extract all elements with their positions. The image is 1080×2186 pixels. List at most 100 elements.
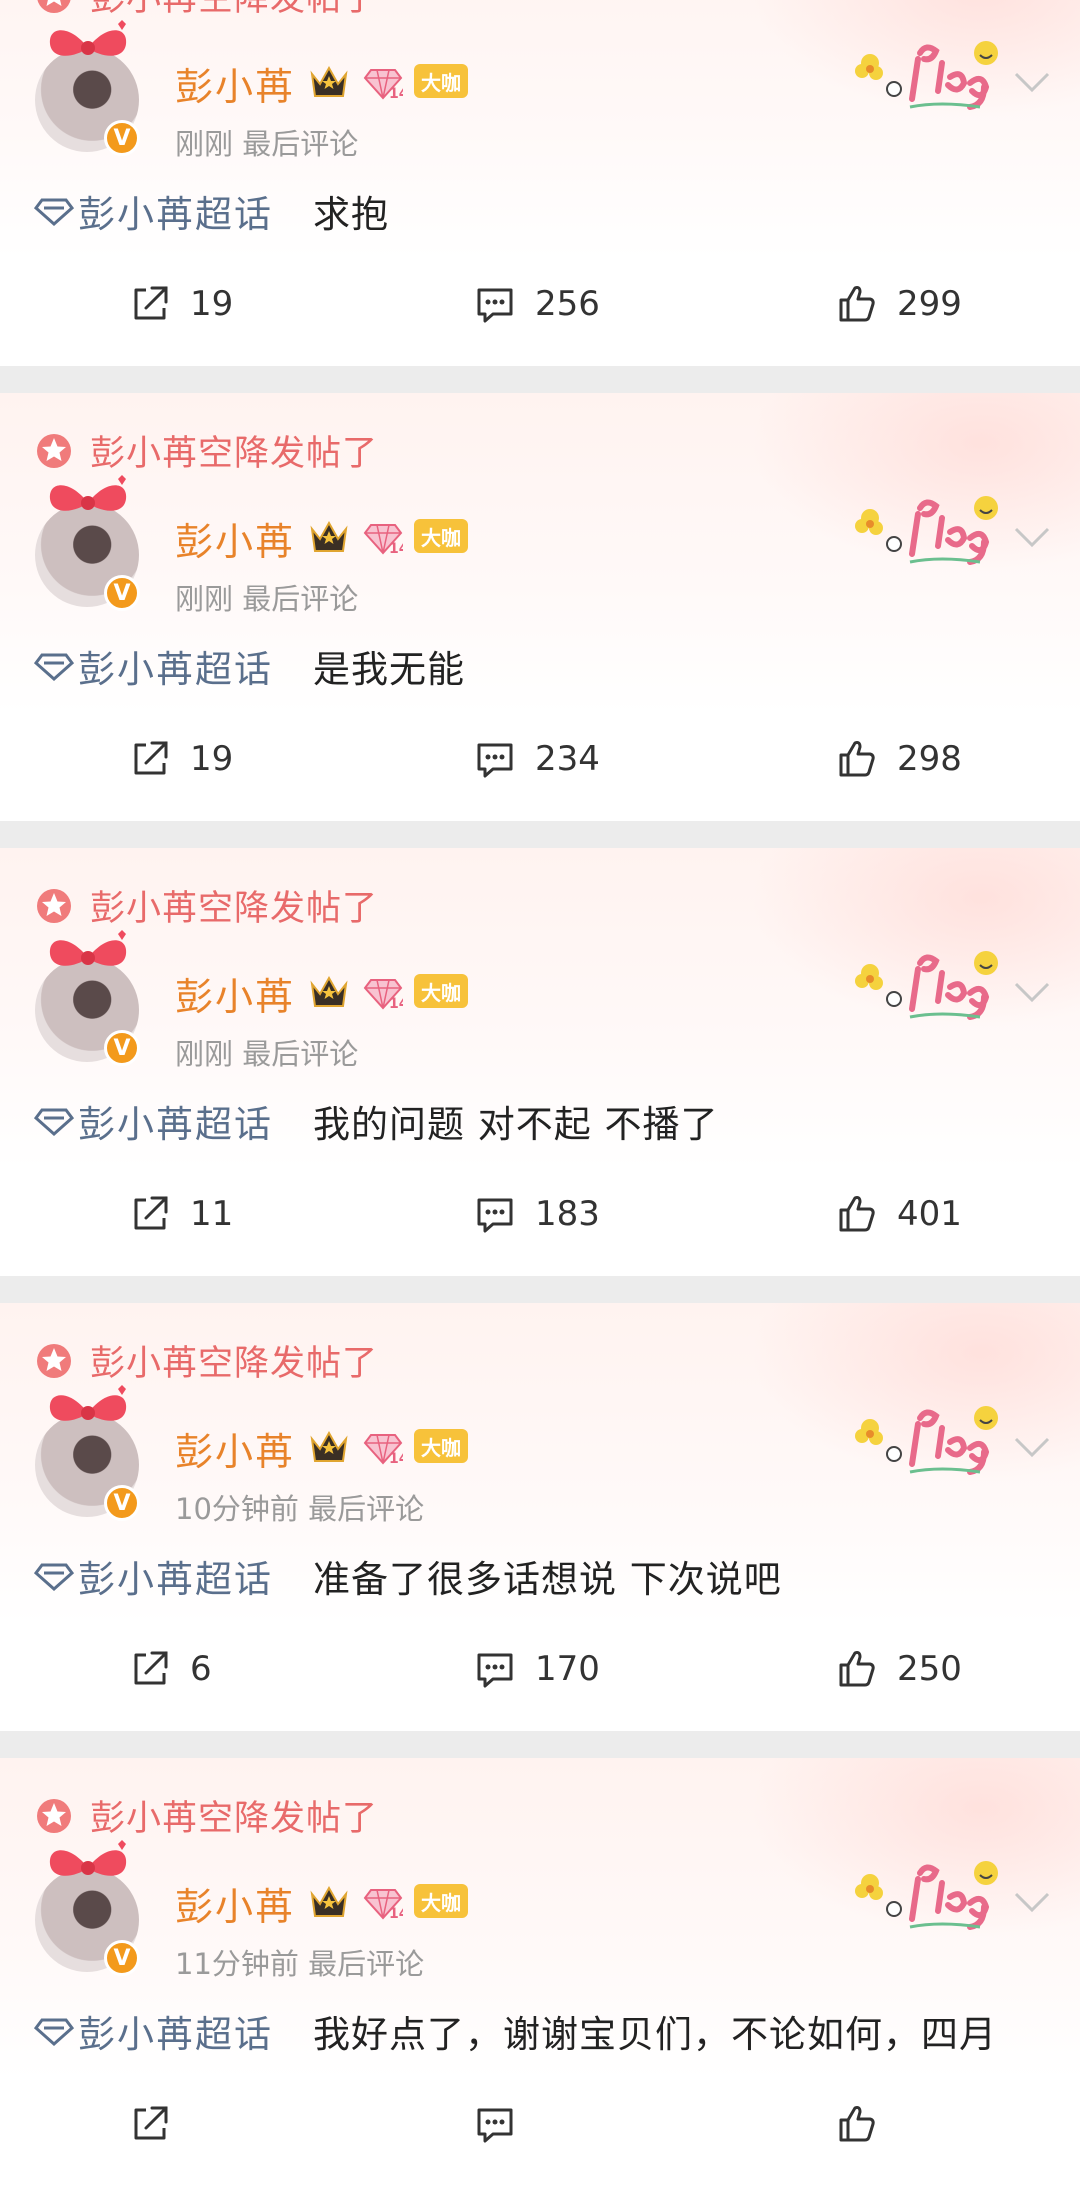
share-button[interactable]: 19	[128, 731, 233, 787]
red-star-icon	[37, 1344, 71, 1378]
comment-icon	[477, 1653, 513, 1688]
share-count: 11	[190, 1194, 234, 1234]
plog-sticker	[855, 41, 998, 110]
chevron-down-icon[interactable]	[1013, 1435, 1051, 1459]
post-text[interactable]: 求抱	[313, 184, 389, 238]
like-button[interactable]	[835, 2096, 897, 2152]
post-time: 刚刚	[175, 582, 234, 616]
svg-text:14: 14	[389, 996, 403, 1012]
thumbs-up-icon	[839, 1651, 875, 1687]
comment-button[interactable]: 234	[473, 731, 600, 787]
post-card-1[interactable]: 彭小苒空降发帖了 V 彭小苒 14 大咖 刚刚 最后评论	[0, 0, 1080, 366]
comment-count: 256	[535, 284, 600, 324]
airdrop-banner: 彭小苒空降发帖了	[34, 1335, 378, 1385]
verified-v-icon: V	[104, 1030, 140, 1066]
username[interactable]: 彭小苒	[175, 1876, 295, 1931]
post-time: 11分钟前	[175, 1947, 299, 1981]
topic-label: 彭小苒超话	[78, 1103, 273, 1146]
airdrop-banner: 彭小苒空降发帖了	[34, 1790, 378, 1840]
crown-icon	[310, 1885, 348, 1917]
chevron-down-icon[interactable]	[1013, 1890, 1051, 1914]
post-card-5[interactable]: 彭小苒空降发帖了 V 彭小苒 14 大咖 11分钟前 最后评论	[0, 1758, 1080, 2186]
red-star-icon	[37, 434, 71, 468]
vip-badge: 大咖	[414, 1884, 468, 1918]
verified-v-icon: V	[104, 120, 140, 156]
share-button[interactable]	[128, 2096, 190, 2152]
like-count: 299	[897, 284, 962, 324]
red-star-icon	[37, 0, 71, 13]
username[interactable]: 彭小苒	[175, 56, 295, 111]
comment-count: 170	[535, 1649, 600, 1689]
username[interactable]: 彭小苒	[175, 966, 295, 1021]
post-text[interactable]: 准备了很多话想说 下次说吧	[313, 1549, 782, 1603]
crown-icon	[310, 1430, 348, 1462]
like-button[interactable]: 401	[835, 1186, 962, 1242]
svg-text:14: 14	[389, 86, 403, 102]
post-meta: 刚刚 最后评论	[175, 576, 358, 618]
like-button[interactable]: 250	[835, 1641, 962, 1697]
comment-count: 234	[535, 739, 600, 779]
last-comment-label: 最后评论	[242, 1037, 359, 1071]
chevron-down-icon[interactable]	[1013, 70, 1051, 94]
topic-link[interactable]: 彭小苒超话	[34, 2006, 273, 2056]
comment-button[interactable]: 256	[473, 276, 600, 332]
comment-button[interactable]: 170	[473, 1641, 600, 1697]
topic-label: 彭小苒超话	[78, 1558, 273, 1601]
diamond-outline-icon	[34, 1108, 74, 1136]
last-comment-label: 最后评论	[242, 127, 359, 161]
vip-badge: 大咖	[414, 974, 468, 1008]
diamond-level-icon: 14	[363, 1889, 403, 1922]
airdrop-banner: 彭小苒空降发帖了	[34, 425, 378, 475]
thumbs-up-icon	[839, 741, 875, 777]
diamond-outline-icon	[34, 1563, 74, 1591]
share-button[interactable]: 11	[128, 1186, 233, 1242]
thumbs-up-icon	[839, 1196, 875, 1232]
comment-button[interactable]	[473, 2096, 535, 2152]
share-count: 19	[190, 284, 234, 324]
last-comment-label: 最后评论	[308, 1947, 425, 1981]
like-count: 250	[897, 1649, 962, 1689]
comment-icon	[477, 743, 513, 778]
thumbs-up-icon	[839, 286, 875, 322]
verified-v-icon: V	[104, 1940, 140, 1976]
share-button[interactable]: 6	[128, 1641, 212, 1697]
svg-text:14: 14	[389, 541, 403, 557]
share-button[interactable]: 19	[128, 276, 233, 332]
like-button[interactable]: 298	[835, 731, 962, 787]
last-comment-label: 最后评论	[242, 582, 359, 616]
topic-link[interactable]: 彭小苒超话	[34, 1096, 273, 1146]
diamond-level-icon: 14	[363, 1434, 403, 1467]
post-text[interactable]: 我好点了，谢谢宝贝们，不论如何，四月	[313, 2004, 997, 2058]
bow-decoration-icon	[49, 20, 127, 56]
topic-link[interactable]: 彭小苒超话	[34, 641, 273, 691]
post-card-3[interactable]: 彭小苒空降发帖了 V 彭小苒 14 大咖 刚刚 最后评论	[0, 848, 1080, 1276]
post-card-4[interactable]: 彭小苒空降发帖了 V 彭小苒 14 大咖 10分钟前 最后评论	[0, 1303, 1080, 1731]
share-count: 19	[190, 739, 234, 779]
chevron-down-icon[interactable]	[1013, 980, 1051, 1004]
plog-sticker	[855, 1406, 998, 1475]
vip-badge: 大咖	[414, 64, 468, 98]
username[interactable]: 彭小苒	[175, 1421, 295, 1476]
comment-icon	[477, 2108, 513, 2143]
red-star-icon	[37, 1799, 71, 1833]
chevron-down-icon[interactable]	[1013, 525, 1051, 549]
topic-link[interactable]: 彭小苒超话	[34, 1551, 273, 1601]
comment-button[interactable]: 183	[473, 1186, 600, 1242]
share-count: 6	[190, 1649, 212, 1689]
thumbs-up-icon	[839, 2106, 875, 2142]
topic-link[interactable]: 彭小苒超话	[34, 186, 273, 236]
post-text[interactable]: 是我无能	[313, 639, 465, 693]
last-comment-label: 最后评论	[308, 1492, 425, 1526]
diamond-level-icon: 14	[363, 979, 403, 1012]
like-button[interactable]: 299	[835, 276, 962, 332]
bow-decoration-icon	[49, 930, 127, 966]
bow-decoration-icon	[49, 1840, 127, 1876]
post-meta: 刚刚 最后评论	[175, 121, 358, 163]
username[interactable]: 彭小苒	[175, 511, 295, 566]
share-icon	[134, 1651, 168, 1685]
plog-sticker	[855, 1861, 998, 1930]
diamond-outline-icon	[34, 2018, 74, 2046]
bow-decoration-icon	[49, 475, 127, 511]
post-card-2[interactable]: 彭小苒空降发帖了 V 彭小苒 14 大咖 刚刚 最后评论	[0, 393, 1080, 821]
post-text[interactable]: 我的问题 对不起 不播了	[313, 1094, 719, 1148]
